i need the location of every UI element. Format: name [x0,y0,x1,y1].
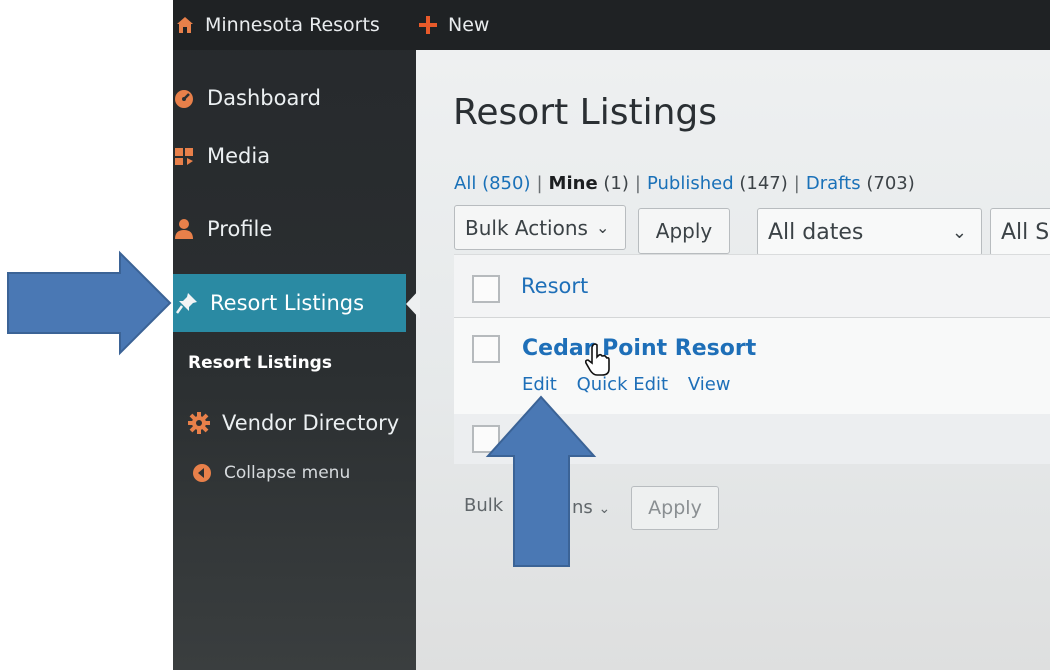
annotation-arrow-right [7,250,172,356]
annotation-arrow-up [485,395,597,567]
annotation-arrows [7,250,597,567]
